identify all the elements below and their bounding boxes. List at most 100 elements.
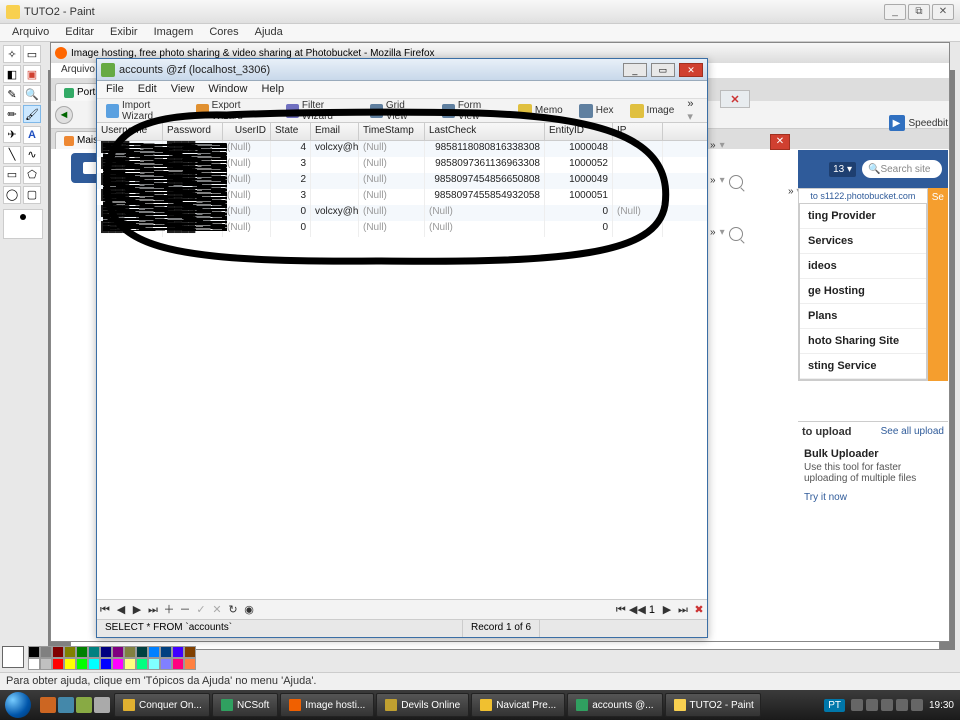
color-swatch[interactable] [88, 658, 100, 670]
menu-cores[interactable]: Cores [201, 24, 246, 41]
menu-exibir[interactable]: Exibir [102, 24, 146, 41]
rec-first[interactable]: ⏮ [97, 603, 113, 617]
taskbar-item[interactable]: accounts @... [567, 693, 662, 717]
cell[interactable]: (Null) [223, 141, 271, 157]
tb-grid-view[interactable]: Grid View [363, 102, 433, 120]
cell[interactable]: (Null) [359, 189, 425, 205]
cell[interactable]: (Null) [223, 221, 271, 237]
current-colors[interactable] [2, 646, 24, 668]
color-swatch[interactable] [64, 646, 76, 658]
nv-menu-file[interactable]: File [99, 81, 131, 98]
cell[interactable]: 3 [271, 189, 311, 205]
cell[interactable]: (Null) [223, 157, 271, 173]
col-header-ip[interactable]: IP [613, 123, 663, 140]
color-swatch[interactable] [76, 658, 88, 670]
cell[interactable] [613, 189, 663, 205]
color-swatch[interactable] [52, 658, 64, 670]
color-swatch[interactable] [40, 646, 52, 658]
tool-options[interactable] [3, 209, 43, 239]
tb-memo[interactable]: Memo [511, 102, 570, 120]
tool-rect[interactable]: ▭ [3, 166, 21, 184]
cell[interactable] [613, 141, 663, 157]
cell[interactable]: 2 [271, 173, 311, 189]
navicat-titlebar[interactable]: accounts @zf (localhost_3306) _ ▭ ✕ [97, 59, 707, 81]
clock[interactable]: 19:30 [929, 700, 954, 711]
cell[interactable] [613, 221, 663, 237]
pb-link[interactable]: Services [800, 229, 926, 254]
pb-try-link[interactable]: Try it now [804, 492, 942, 503]
tool-select[interactable]: ▭ [23, 45, 41, 63]
start-button[interactable] [0, 690, 36, 720]
close-button[interactable]: ✕ [679, 63, 703, 77]
ff-menu-arquivo[interactable]: Arquivo [55, 63, 101, 78]
cell[interactable]: 9858097361136963308 [425, 157, 545, 173]
tool-freeform-select[interactable]: ✧ [3, 45, 21, 63]
rec-prev[interactable]: ◀ [113, 603, 129, 617]
tool-ellipse[interactable]: ◯ [3, 186, 21, 204]
color-swatch[interactable] [172, 658, 184, 670]
cell[interactable]: (Null) [425, 205, 545, 221]
pinned-app[interactable] [40, 697, 56, 713]
color-swatch[interactable] [52, 646, 64, 658]
tray-icon[interactable] [896, 699, 908, 711]
cell[interactable]: 1000049 [545, 173, 613, 189]
tool-pencil[interactable]: ✏ [3, 105, 21, 123]
page-prev[interactable]: ◀◀ [629, 603, 645, 617]
cell[interactable]: (Null) [425, 221, 545, 237]
tool-text[interactable]: A [23, 126, 41, 144]
tray-icon[interactable] [911, 699, 923, 711]
toolbar-overflow[interactable]: » ▾ [683, 98, 705, 123]
taskbar-item[interactable]: Navicat Pre... [471, 693, 565, 717]
col-header-userid[interactable]: UserID [223, 123, 271, 140]
tb-image[interactable]: Image [623, 102, 682, 120]
cell[interactable]: 0 [271, 221, 311, 237]
nv-menu-help[interactable]: Help [254, 81, 291, 98]
tool-line[interactable]: ╲ [3, 146, 21, 164]
taskbar-item[interactable]: NCSoft [212, 693, 278, 717]
page-first[interactable]: ⏮ [613, 603, 629, 617]
tb-import-wizard[interactable]: Import Wizard [99, 102, 187, 120]
cell[interactable]: 3 [271, 157, 311, 173]
color-swatch[interactable] [136, 646, 148, 658]
pb-link[interactable]: ting Provider [800, 204, 926, 229]
minimize-button[interactable]: _ [623, 63, 647, 77]
tool-roundrect[interactable]: ▢ [23, 186, 41, 204]
color-swatch[interactable] [160, 646, 172, 658]
color-swatch[interactable] [100, 646, 112, 658]
col-header-lastcheck[interactable]: LastCheck [425, 123, 545, 140]
cell[interactable]: 0 [271, 205, 311, 221]
nv-menu-view[interactable]: View [164, 81, 202, 98]
page-next[interactable]: ▶ [659, 603, 675, 617]
pinned-app[interactable] [58, 697, 74, 713]
pb-link[interactable]: Plans [800, 304, 926, 329]
cell[interactable]: (Null) [359, 221, 425, 237]
paint-titlebar[interactable]: TUTO2 - Paint _ ⧉ ✕ [0, 0, 960, 24]
cell[interactable]: volcxy@hx [311, 205, 359, 221]
cell[interactable]: 0 [545, 205, 613, 221]
tool-brush[interactable]: 🖌 [23, 105, 41, 123]
taskbar-item[interactable]: Conquer On... [114, 693, 210, 717]
cell[interactable]: 9858097455854932058 [425, 189, 545, 205]
color-swatch[interactable] [100, 658, 112, 670]
pb-link[interactable]: hoto Sharing Site [800, 329, 926, 354]
cell[interactable]: 1000052 [545, 157, 613, 173]
back-button[interactable]: ◄ [55, 106, 73, 124]
pinned-app[interactable] [94, 697, 110, 713]
col-header-timestamp[interactable]: TimeStamp [359, 123, 425, 140]
tb-filter-wizard[interactable]: Filter Wizard [279, 102, 361, 120]
cell[interactable]: (Null) [613, 205, 663, 221]
cell[interactable]: volcxy@hx [311, 141, 359, 157]
cell[interactable]: (Null) [359, 141, 425, 157]
pb-link[interactable]: sting Service [800, 354, 926, 379]
color-swatch[interactable] [112, 658, 124, 670]
color-swatch[interactable] [172, 646, 184, 658]
tb-export-wizard[interactable]: Export Wizard [189, 102, 277, 120]
tool-zoom[interactable]: 🔍 [23, 85, 41, 103]
col-header-email[interactable]: Email [311, 123, 359, 140]
cell[interactable] [311, 157, 359, 173]
pb-search-input[interactable]: 🔍 Search site [862, 160, 942, 178]
color-swatch[interactable] [136, 658, 148, 670]
col-header-username[interactable]: Username [97, 123, 163, 140]
cell[interactable]: (Null) [359, 173, 425, 189]
chevron-icon[interactable]: » [710, 175, 716, 189]
